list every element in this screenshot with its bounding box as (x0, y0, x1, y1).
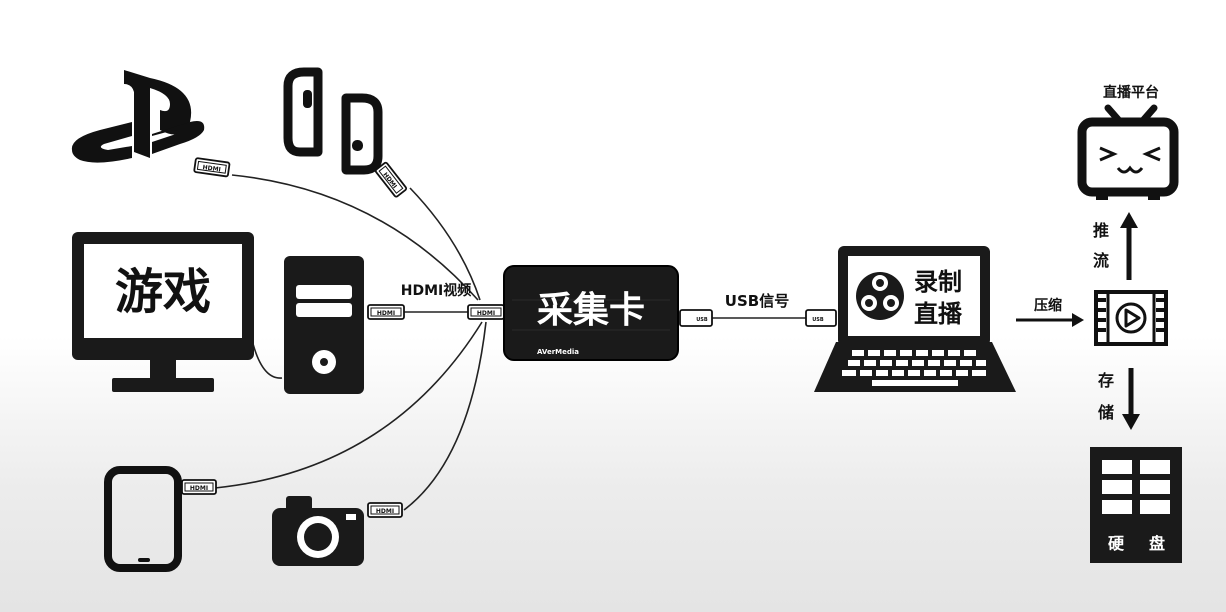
video-file-icon (1094, 290, 1168, 346)
hard-disk-icon (1090, 447, 1182, 563)
hdmi-plug-pc: HDMI (367, 304, 405, 320)
store-arrow (1122, 368, 1140, 430)
capture-card-brand: AVerMedia (537, 348, 579, 356)
camera-icon (272, 496, 364, 566)
tablet-icon (104, 466, 182, 572)
laptop-label-live: 直播 (914, 300, 963, 328)
live-platform-label: 直播平台 (1103, 84, 1159, 101)
compress-label: 压缩 (1034, 297, 1062, 314)
svg-text:HDMI: HDMI (376, 508, 394, 515)
obs-logo-icon (856, 272, 904, 320)
hdmi-plug-tablet: HDMI (181, 479, 217, 495)
hard-disk-label-2: 盘 (1149, 534, 1165, 553)
usb-signal-label: USB信号 (725, 292, 789, 310)
push-stream-arrow (1120, 212, 1138, 280)
usb-plug-text: USB (696, 317, 708, 323)
capture-workflow-diagram: HDMI HDMI 游戏 HDMI HDMI视频 HDMI HDMI HDMI … (71, 67, 1182, 572)
capture-card-label: 采集卡 (537, 290, 645, 331)
svg-text:HDMI: HDMI (377, 310, 395, 317)
push-stream-label-2: 流 (1093, 251, 1109, 270)
svg-text:HDMI: HDMI (190, 485, 208, 492)
usb-plug-capture: USB (679, 309, 713, 327)
hdmi-plug-switch: HDMI (374, 161, 408, 198)
hdmi-plug-playstation: HDMI (193, 157, 231, 178)
store-label-2: 储 (1097, 403, 1114, 422)
cable-camera (403, 321, 487, 511)
store-label-1: 存 (1098, 371, 1114, 390)
laptop-label-record: 录制 (914, 268, 962, 296)
nintendo-switch-icon (283, 67, 383, 175)
hdmi-plug-camera: HDMI (367, 502, 403, 518)
cable-monitor (251, 339, 283, 379)
svg-text:HDMI: HDMI (477, 310, 495, 317)
playstation-icon (71, 70, 205, 163)
monitor-screen-text: 游戏 (115, 264, 211, 320)
tv-live-platform-icon (1077, 104, 1179, 200)
usb-plug-laptop: USB (805, 309, 837, 327)
pc-tower-icon (284, 256, 364, 394)
push-stream-label-1: 推 (1093, 221, 1109, 240)
hdmi-video-label: HDMI视频 (401, 282, 471, 299)
hdmi-plug-capture: HDMI (467, 304, 505, 320)
hard-disk-label-1: 硬 (1108, 534, 1125, 553)
compress-arrow (1016, 313, 1084, 327)
svg-text:USB: USB (812, 317, 824, 323)
